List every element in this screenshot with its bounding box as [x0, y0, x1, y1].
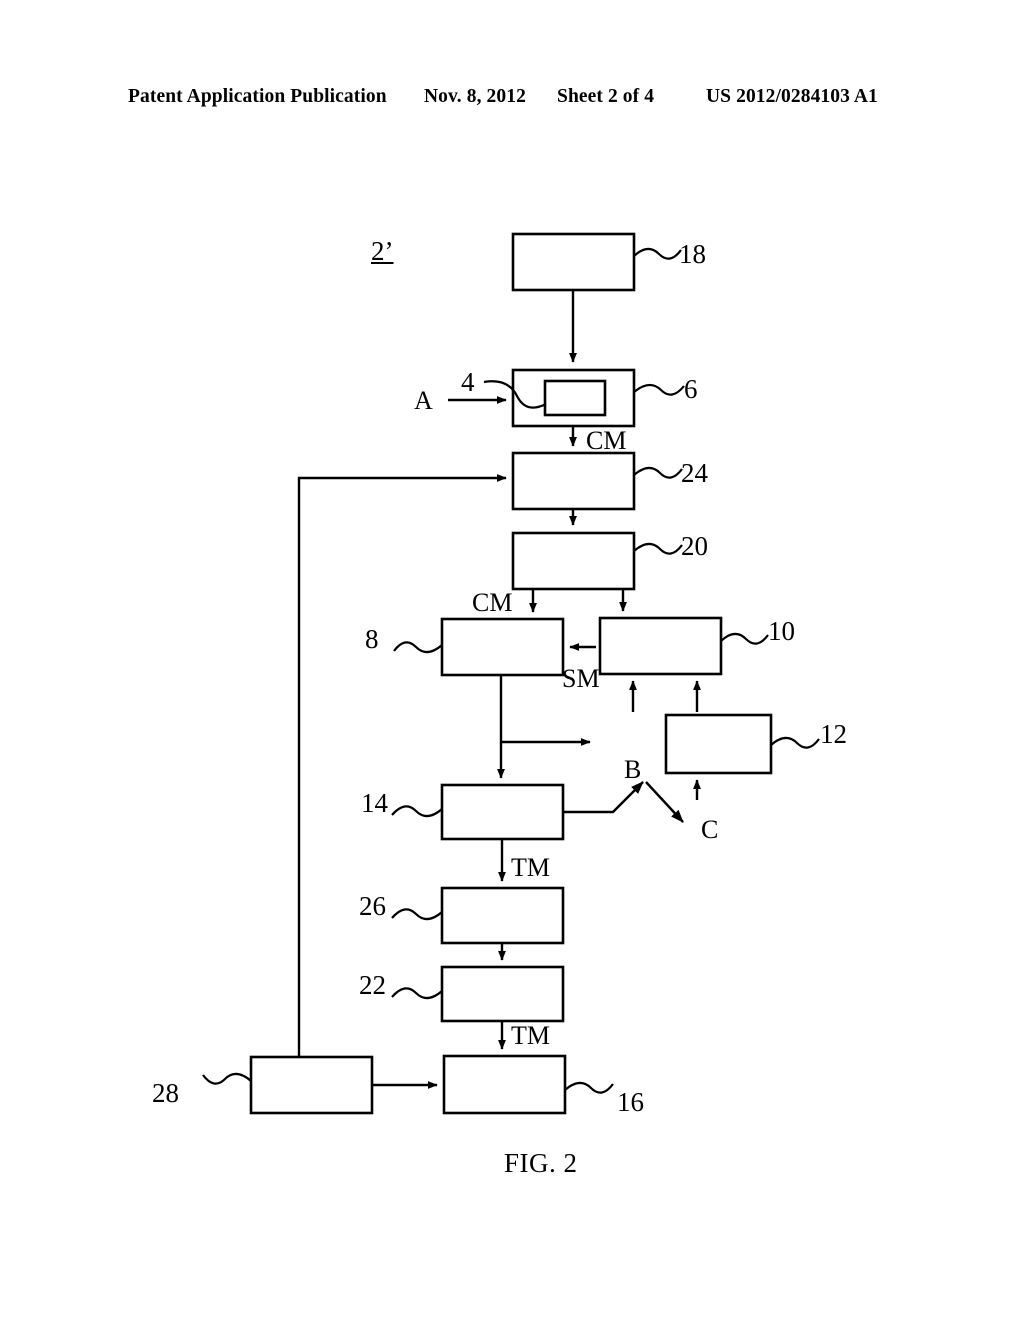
diagram-canvas — [202, 232, 820, 1115]
ref-16: 16 — [617, 1087, 644, 1117]
block-8 — [440, 617, 565, 677]
leader-10 — [720, 632, 769, 645]
leader-26 — [391, 908, 443, 921]
block-14 — [440, 783, 565, 841]
ref-24: 24 — [681, 458, 708, 488]
signal-CM-1: CM — [586, 426, 627, 455]
ref-14: 14 — [361, 788, 388, 818]
leader-12 — [770, 736, 820, 749]
leader-20 — [633, 542, 683, 555]
leader-28 — [202, 1072, 252, 1085]
ref-20: 20 — [681, 531, 708, 561]
block-4 — [543, 379, 607, 417]
signal-TM-1: TM — [511, 853, 550, 882]
ref-28: 28 — [152, 1078, 179, 1108]
signal-C: C — [701, 815, 719, 844]
ref-10: 10 — [768, 616, 795, 646]
block-20 — [511, 531, 636, 591]
ref-22: 22 — [359, 970, 386, 1000]
patent-page: Patent Application Publication Nov. 8, 2… — [0, 0, 1024, 1320]
signal-A: A — [414, 386, 433, 415]
ref-12: 12 — [820, 719, 847, 749]
block-12 — [664, 713, 773, 775]
figure-2-diagram: 2’ 18 6 4 24 20 8 10 12 14 26 22 28 16 A… — [0, 0, 1024, 1320]
signal-CM-2: CM — [472, 588, 513, 617]
signal-B: B — [624, 755, 642, 784]
leader-16 — [564, 1081, 614, 1094]
block-16 — [442, 1054, 567, 1115]
ref-8: 8 — [365, 624, 379, 654]
leader-18 — [633, 247, 682, 260]
arrow-14-to-B — [563, 781, 644, 814]
signal-SM: SM — [562, 664, 600, 693]
system-label: 2’ — [371, 236, 394, 266]
block-18 — [511, 232, 636, 292]
arrow-B-to-C — [645, 781, 684, 823]
block-24 — [511, 451, 636, 511]
block-rectangles — [249, 232, 773, 1115]
block-26 — [440, 886, 565, 945]
ref-4: 4 — [461, 367, 475, 397]
block-22 — [440, 965, 565, 1023]
leader-14 — [391, 805, 443, 818]
ref-26: 26 — [359, 891, 386, 921]
leader-24 — [633, 466, 683, 479]
block-10 — [598, 616, 723, 676]
signal-TM-2: TM — [511, 1021, 550, 1050]
figure-caption: FIG. 2 — [504, 1148, 578, 1178]
leader-8 — [393, 641, 443, 654]
block-28 — [249, 1055, 374, 1115]
leader-22 — [391, 987, 443, 1000]
leader-6 — [633, 383, 685, 396]
ref-18: 18 — [679, 239, 706, 269]
ref-6: 6 — [684, 374, 698, 404]
